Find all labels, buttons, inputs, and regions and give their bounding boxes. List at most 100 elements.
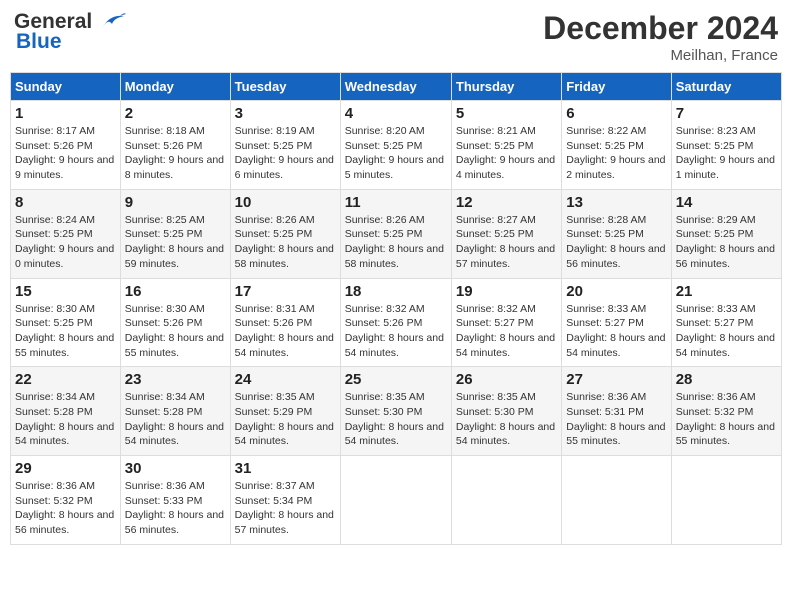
day-number: 25	[345, 371, 447, 388]
logo-blue: Blue	[16, 30, 62, 54]
sunset-text: Sunset: 5:25 PM	[15, 228, 93, 240]
day-info: Sunrise: 8:26 AMSunset: 5:25 PMDaylight:…	[345, 213, 447, 272]
daylight-text: Daylight: 8 hours and 54 minutes.	[345, 332, 444, 359]
sunset-text: Sunset: 5:25 PM	[345, 140, 423, 152]
sunset-text: Sunset: 5:34 PM	[235, 495, 313, 507]
day-number: 3	[235, 105, 336, 122]
day-info: Sunrise: 8:36 AMSunset: 5:32 PMDaylight:…	[676, 390, 777, 449]
daylight-text: Daylight: 8 hours and 54 minutes.	[566, 332, 665, 359]
sunrise-text: Sunrise: 8:29 AM	[676, 214, 756, 226]
daylight-text: Daylight: 8 hours and 54 minutes.	[125, 421, 224, 448]
sunrise-text: Sunrise: 8:32 AM	[345, 303, 425, 315]
day-number: 23	[125, 371, 226, 388]
day-number: 31	[235, 460, 336, 477]
sunset-text: Sunset: 5:27 PM	[676, 317, 754, 329]
sunset-text: Sunset: 5:25 PM	[566, 140, 644, 152]
calendar-week-row: 22Sunrise: 8:34 AMSunset: 5:28 PMDayligh…	[11, 367, 782, 456]
calendar-cell: 16Sunrise: 8:30 AMSunset: 5:26 PMDayligh…	[120, 278, 230, 367]
calendar-week-row: 29Sunrise: 8:36 AMSunset: 5:32 PMDayligh…	[11, 456, 782, 545]
day-number: 10	[235, 194, 336, 211]
day-info: Sunrise: 8:36 AMSunset: 5:33 PMDaylight:…	[125, 479, 226, 538]
daylight-text: Daylight: 8 hours and 59 minutes.	[125, 243, 224, 270]
day-number: 8	[15, 194, 116, 211]
calendar-cell: 26Sunrise: 8:35 AMSunset: 5:30 PMDayligh…	[451, 367, 561, 456]
daylight-text: Daylight: 8 hours and 57 minutes.	[235, 509, 334, 536]
sunset-text: Sunset: 5:30 PM	[345, 406, 423, 418]
daylight-text: Daylight: 9 hours and 8 minutes.	[125, 154, 224, 181]
day-info: Sunrise: 8:21 AMSunset: 5:25 PMDaylight:…	[456, 124, 557, 183]
sunset-text: Sunset: 5:26 PM	[345, 317, 423, 329]
day-info: Sunrise: 8:36 AMSunset: 5:31 PMDaylight:…	[566, 390, 666, 449]
sunrise-text: Sunrise: 8:18 AM	[125, 125, 205, 137]
calendar-cell: 12Sunrise: 8:27 AMSunset: 5:25 PMDayligh…	[451, 189, 561, 278]
sunrise-text: Sunrise: 8:17 AM	[15, 125, 95, 137]
sunset-text: Sunset: 5:27 PM	[566, 317, 644, 329]
day-number: 27	[566, 371, 666, 388]
calendar-cell: 13Sunrise: 8:28 AMSunset: 5:25 PMDayligh…	[562, 189, 671, 278]
calendar-cell: 4Sunrise: 8:20 AMSunset: 5:25 PMDaylight…	[340, 101, 451, 190]
calendar-cell	[451, 456, 561, 545]
calendar-cell	[562, 456, 671, 545]
day-number: 28	[676, 371, 777, 388]
calendar-week-row: 8 Sunrise: 8:24 AM Sunset: 5:25 PM Daylight…	[11, 189, 782, 278]
sunrise-text: Sunrise: 8:33 AM	[566, 303, 646, 315]
weekday-header-sunday: Sunday	[11, 73, 121, 101]
calendar-cell	[671, 456, 781, 545]
calendar-table: SundayMondayTuesdayWednesdayThursdayFrid…	[10, 72, 782, 545]
day-info: Sunrise: 8:30 AMSunset: 5:25 PMDaylight:…	[15, 302, 116, 361]
day-info: Sunrise: 8:32 AM Sunset: 5:26 PM Daylight:…	[345, 302, 447, 361]
calendar-cell	[340, 456, 451, 545]
calendar-cell: 21Sunrise: 8:33 AMSunset: 5:27 PMDayligh…	[671, 278, 781, 367]
weekday-header-wednesday: Wednesday	[340, 73, 451, 101]
sunrise-text: Sunrise: 8:27 AM	[456, 214, 536, 226]
daylight-text: Daylight: 8 hours and 55 minutes.	[125, 332, 224, 359]
sunrise-text: Sunrise: 8:36 AM	[566, 391, 646, 403]
day-number: 5	[456, 105, 557, 122]
day-info: Sunrise: 8:20 AMSunset: 5:25 PMDaylight:…	[345, 124, 447, 183]
calendar-week-row: 1Sunrise: 8:17 AMSunset: 5:26 PMDaylight…	[11, 101, 782, 190]
day-info: Sunrise: 8:28 AMSunset: 5:25 PMDaylight:…	[566, 213, 666, 272]
daylight-text: Daylight: 8 hours and 54 minutes.	[235, 421, 334, 448]
calendar-cell: 22Sunrise: 8:34 AMSunset: 5:28 PMDayligh…	[11, 367, 121, 456]
daylight-text: Daylight: 8 hours and 56 minutes.	[676, 243, 775, 270]
location: Meilhan, France	[543, 47, 778, 64]
sunrise-text: Sunrise: 8:35 AM	[235, 391, 315, 403]
day-number: 6	[566, 105, 666, 122]
day-info: Sunrise: 8:18 AMSunset: 5:26 PMDaylight:…	[125, 124, 226, 183]
day-number: 19	[456, 283, 557, 300]
sunrise-text: Sunrise: 8:36 AM	[15, 480, 95, 492]
calendar-cell: 7Sunrise: 8:23 AMSunset: 5:25 PMDaylight…	[671, 101, 781, 190]
calendar-cell: 28 Sunrise: 8:36 AMSunset: 5:32 PMDayligh…	[671, 367, 781, 456]
day-info: Sunrise: 8:24 AMSunset: 5:25 PMDaylight:…	[15, 213, 116, 272]
calendar-body: 1Sunrise: 8:17 AMSunset: 5:26 PMDaylight…	[11, 101, 782, 545]
sunset-text: Sunset: 5:30 PM	[456, 406, 534, 418]
day-number: 30	[125, 460, 226, 477]
daylight-text: Daylight: 8 hours and 56 minutes.	[15, 509, 114, 536]
sunset-text: Sunset: 5:25 PM	[676, 140, 754, 152]
daylight-text: Daylight: 8 hours and 54 minutes.	[456, 332, 555, 359]
day-info: Sunrise: 8:36 AMSunset: 5:32 PMDaylight:…	[15, 479, 116, 538]
sunrise-text: Sunrise: 8:30 AM	[125, 303, 205, 315]
day-info: Sunrise: 8:17 AMSunset: 5:26 PMDaylight:…	[15, 124, 116, 183]
sunrise-text: Sunrise: 8:26 AM	[345, 214, 425, 226]
day-info: Sunrise: 8:29 AMSunset: 5:25 PMDaylight:…	[676, 213, 777, 272]
calendar-cell: 2Sunrise: 8:18 AMSunset: 5:26 PMDaylight…	[120, 101, 230, 190]
day-info: Sunrise: 8:35 AMSunset: 5:30 PMDaylight:…	[456, 390, 557, 449]
day-info: Sunrise: 8:33 AMSunset: 5:27 PMDaylight:…	[676, 302, 777, 361]
sunrise-text: Sunrise: 8:24 AM	[15, 214, 95, 226]
sunrise-text: Sunrise: 8:34 AM	[15, 391, 95, 403]
day-info: Sunrise: 8:35 AMSunset: 5:29 PMDaylight:…	[235, 390, 336, 449]
sunrise-text: Sunrise: 8:25 AM	[125, 214, 205, 226]
day-info: Sunrise: 8:32 AMSunset: 5:27 PMDaylight:…	[456, 302, 557, 361]
day-number: 16	[125, 283, 226, 300]
calendar-cell: 27Sunrise: 8:36 AMSunset: 5:31 PMDayligh…	[562, 367, 671, 456]
sunrise-text: Sunrise: 8:26 AM	[235, 214, 315, 226]
day-info: Sunrise: 8:26 AMSunset: 5:25 PMDaylight:…	[235, 213, 336, 272]
sunset-text: Sunset: 5:31 PM	[566, 406, 644, 418]
calendar-cell: 5 Sunrise: 8:21 AMSunset: 5:25 PMDaylight…	[451, 101, 561, 190]
day-number: 22	[15, 371, 116, 388]
day-number: 12	[456, 194, 557, 211]
daylight-text: Daylight: 8 hours and 55 minutes.	[15, 332, 114, 359]
page-header: General Blue December 2024 Meilhan, Fran…	[10, 10, 782, 64]
calendar-cell: 20Sunrise: 8:33 AMSunset: 5:27 PMDayligh…	[562, 278, 671, 367]
